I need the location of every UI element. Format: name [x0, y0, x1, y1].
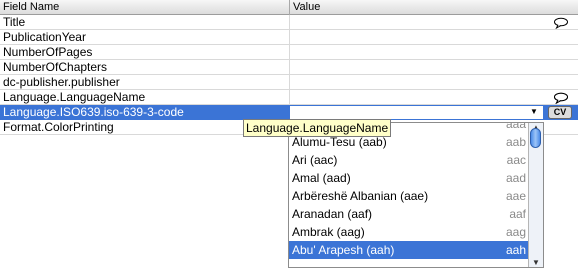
scroll-down-arrow-icon[interactable]: ▼ — [532, 258, 540, 267]
scrollbar-thumb[interactable] — [530, 128, 541, 148]
field-name-cell: PublicationYear — [3, 30, 86, 44]
dropdown-option[interactable]: Aranadan (aaf) aaf — [289, 205, 529, 223]
table-row[interactable]: NumberOfChapters — [0, 60, 578, 75]
cell-divider — [289, 60, 290, 75]
dropdown-option[interactable]: Arbëreshë Albanian (aae) aae — [289, 187, 529, 205]
language-dropdown-list[interactable]: Ghotuo (aaa)aaaAlumu-Tesu (aab)aabAri (a… — [288, 122, 544, 268]
table-header: Field Name Value — [0, 0, 578, 15]
option-code: aad — [505, 171, 526, 185]
dropdown-option[interactable]: Ari (aac) aac — [289, 151, 529, 169]
table-row[interactable]: NumberOfPages — [0, 45, 578, 60]
cv-button[interactable]: CV — [548, 106, 572, 119]
field-name-cell: NumberOfPages — [3, 45, 93, 59]
option-label: Aranadan (aaf) — [292, 207, 373, 221]
option-code: aaf — [509, 207, 526, 221]
field-name-cell: Format.ColorPrinting — [3, 120, 114, 134]
chevron-down-icon[interactable]: ▼ — [530, 107, 538, 116]
option-code: aac — [506, 153, 526, 167]
field-name-cell: NumberOfChapters — [3, 60, 108, 74]
cell-divider — [289, 30, 290, 45]
option-code: aah — [505, 243, 526, 257]
option-code: aab — [505, 135, 526, 149]
dropdown-option[interactable]: Amal (aad) aad — [289, 169, 529, 187]
dropdown-option[interactable]: Ambrak (aag) aag — [289, 223, 529, 241]
table-row[interactable]: Language.LanguageName — [0, 90, 578, 105]
value-dropdown-field[interactable] — [290, 106, 543, 119]
cell-divider — [289, 90, 290, 105]
tooltip: Language.LanguageName — [243, 119, 392, 137]
cell-divider — [289, 15, 290, 30]
field-name-cell: Language.ISO639.iso-639-3-code — [3, 105, 184, 119]
field-name-cell: Language.LanguageName — [3, 90, 146, 104]
field-name-cell: dc-publisher.publisher — [3, 75, 120, 89]
table-row[interactable]: Title — [0, 15, 578, 30]
table-row[interactable]: Language.ISO639.iso-639-3-code ▼ CV — [0, 92, 578, 120]
column-header-value[interactable]: Value — [290, 0, 320, 14]
table-row[interactable]: dc-publisher.publisher — [0, 75, 578, 90]
option-code: aae — [505, 189, 526, 203]
table-row[interactable]: PublicationYear — [0, 30, 578, 45]
dropdown-option[interactable]: Abu' Arapesh (aah) aah — [289, 241, 529, 259]
dropdown-scrollbar[interactable]: ▲ ▼ — [528, 123, 543, 267]
speech-bubble-icon[interactable] — [553, 17, 569, 30]
option-label: Ambrak (aag) — [292, 225, 365, 239]
option-code: aag — [505, 225, 526, 239]
option-label: Ari (aac) — [292, 153, 338, 167]
cell-divider — [289, 45, 290, 60]
cell-divider — [289, 75, 290, 90]
speech-bubble-icon[interactable] — [553, 92, 569, 105]
option-label: Arbëreshë Albanian (aae) — [292, 189, 429, 203]
column-header-field-name[interactable]: Field Name — [0, 0, 59, 14]
option-label: Amal (aad) — [292, 171, 351, 185]
field-name-cell: Title — [3, 15, 26, 29]
option-label: Abu' Arapesh (aah) — [292, 243, 395, 257]
option-code: aaa — [505, 122, 526, 131]
